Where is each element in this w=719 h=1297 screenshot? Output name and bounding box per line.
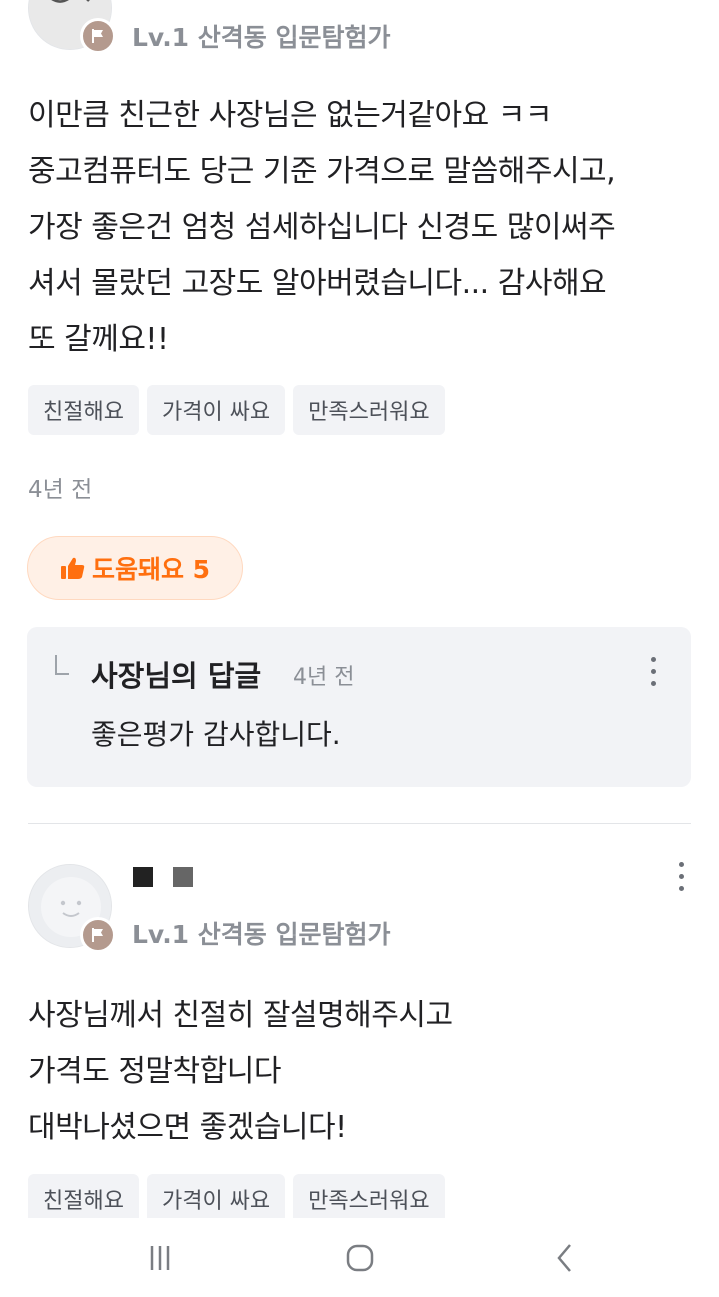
more-vertical-icon[interactable]: [676, 862, 686, 891]
system-nav-bar: [0, 1218, 719, 1297]
tag-chip: 만족스러워요: [293, 1174, 445, 1224]
nickname-redacted: [173, 867, 193, 887]
reply-arrow-icon: [55, 655, 69, 675]
tag-chip: 가격이 싸요: [146, 1174, 286, 1224]
back-icon: [557, 1244, 571, 1272]
reviewer-level: Lv.1 산격동 입문탐험가: [132, 23, 391, 52]
review-tags: 친절해요 가격이 싸요 만족스러워요: [28, 1174, 445, 1224]
tag-chip: 만족스러워요: [293, 385, 445, 435]
flag-badge: [80, 917, 116, 953]
review-time: 4년 전: [28, 477, 93, 503]
tag-chip: 가격이 싸요: [146, 385, 286, 435]
tag-chip: 친절해요: [28, 385, 139, 435]
reply-title: 사장님의 답글: [91, 659, 262, 693]
nickname-redacted: [133, 867, 153, 887]
tag-chip: 친절해요: [28, 1174, 139, 1224]
home-button[interactable]: [340, 1240, 380, 1276]
divider: [28, 823, 691, 824]
helpful-label: 도움돼요 5: [91, 555, 211, 584]
flag-badge: [80, 18, 116, 54]
reply-time: 4년 전: [293, 665, 355, 690]
review-body: 사장님께서 친절히 잘설명해주시고 가격도 정말착합니다 대박나셨으면 좋겠습니…: [28, 998, 453, 1145]
owner-reply: 사장님의 답글 4년 전 좋은평가 감사합니다.: [27, 627, 691, 787]
reply-text: 좋은평가 감사합니다.: [91, 718, 341, 751]
review-tags: 친절해요 가격이 싸요 만족스러워요: [28, 385, 445, 435]
recent-apps-button[interactable]: [140, 1240, 180, 1276]
reviewer-level: Lv.1 산격동 입문탐험가: [132, 920, 391, 949]
helpful-button[interactable]: 도움돼요 5: [27, 536, 243, 600]
flag-icon: [92, 928, 103, 942]
recent-apps-icon: [150, 1246, 170, 1270]
more-vertical-icon[interactable]: [648, 657, 658, 686]
review-body: 이만큼 친근한 사장님은 없는거같아요 ㅋㅋ 중고컴퓨터도 당근 기준 가격으로…: [28, 98, 616, 357]
thumbs-up-icon: [60, 557, 85, 579]
flag-icon: [92, 29, 103, 43]
back-button[interactable]: [545, 1240, 585, 1276]
home-icon: [346, 1244, 374, 1272]
